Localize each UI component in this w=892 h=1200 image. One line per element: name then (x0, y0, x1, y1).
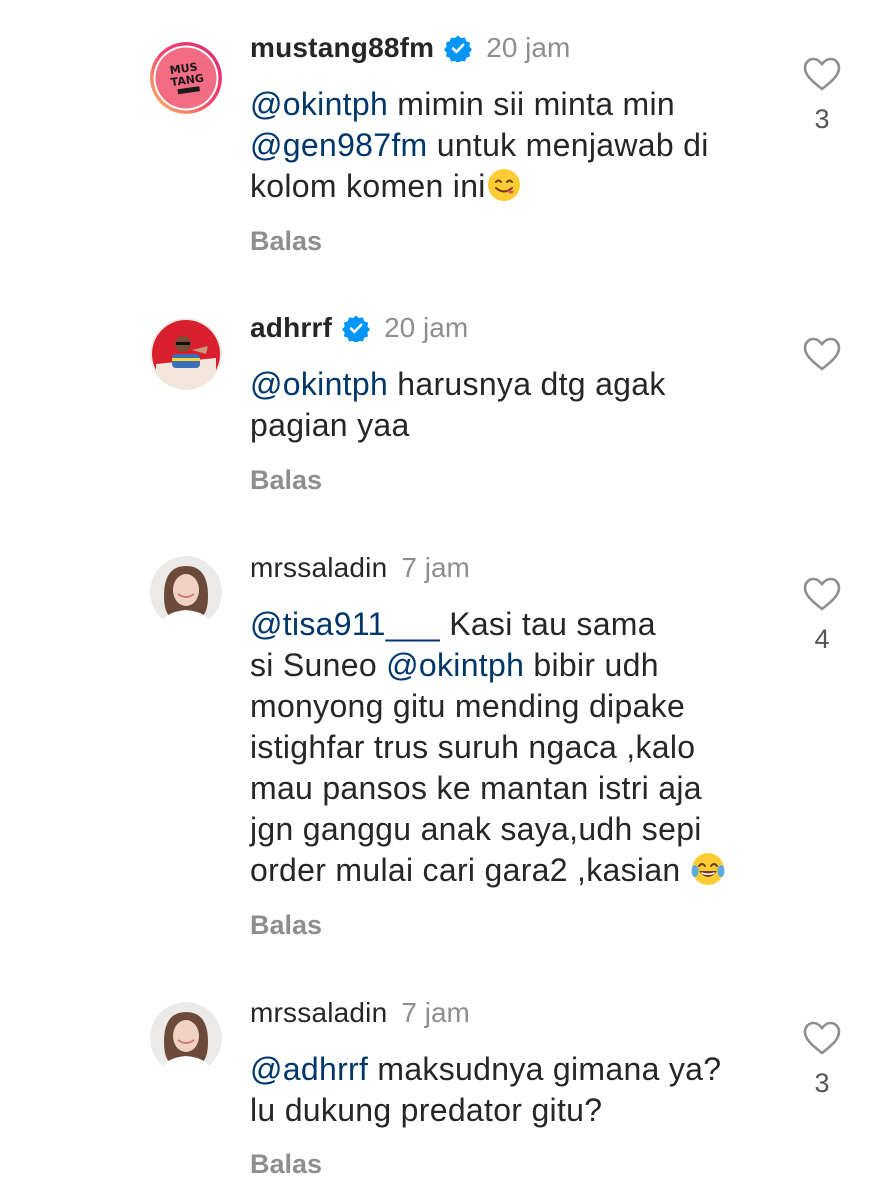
avatar[interactable] (150, 1002, 222, 1074)
avatar[interactable] (150, 556, 222, 628)
tears-of-joy-emoji (690, 851, 726, 887)
comment-text-segment: untuk menjawab di (427, 127, 709, 163)
comment-line: lu dukung predator gitu? (250, 1090, 770, 1131)
comment-line: order mulai cari gara2 ,kasian (250, 850, 770, 891)
comment-text-segment: order mulai cari gara2 ,kasian (250, 852, 690, 888)
like-heart-icon[interactable] (802, 576, 842, 612)
mustang-logo-avatar: MUS TANG (150, 42, 222, 114)
comment-text: @tisa911___ Kasi tau sama si Suneo @okint… (250, 604, 770, 891)
comment-text-segment: harusnya dtg agak (388, 366, 666, 402)
comment-text: @okintph harusnya dtg agak pagian yaa (250, 364, 770, 446)
mention-link[interactable]: @gen987fm (250, 127, 428, 163)
username[interactable]: mrssaladin (250, 552, 387, 584)
comment-line: jgn ganggu anak saya,udh sepi (250, 809, 770, 850)
like-heart-icon[interactable] (802, 336, 842, 372)
comment-line: @tisa911___ Kasi tau sama (250, 604, 770, 645)
comment-line: kolom komen ini (250, 166, 770, 207)
comment-line: @okintph harusnya dtg agak (250, 364, 770, 405)
face-savoring-food-emoji (486, 167, 522, 203)
like-heart-icon[interactable] (802, 1020, 842, 1056)
comment-text-segment: bibir udh (524, 647, 659, 683)
comment-text-segment: lu dukung predator gitu? (250, 1092, 603, 1128)
verified-badge-icon (342, 314, 371, 342)
reply-button[interactable]: Balas (250, 1149, 322, 1180)
comment-text-segment: Kasi tau sama (440, 606, 656, 642)
comment-time: 7 jam (401, 552, 470, 583)
verified-badge-icon (444, 34, 473, 62)
comment-line: @okintph mimin sii minta min (250, 84, 770, 125)
comment-text-segment: pagian yaa (250, 407, 410, 443)
comment-text-segment: si Suneo (250, 647, 387, 683)
comment-text-segment: kolom komen ini (250, 168, 486, 204)
comment-line: mau pansos ke mantan istri aja (250, 768, 770, 809)
adhrrf-photo-avatar (150, 318, 222, 390)
mention-link[interactable]: @okintph (250, 366, 388, 402)
avatar[interactable]: MUS TANG (150, 42, 222, 114)
mention-link[interactable]: @okintph (386, 647, 524, 683)
comment-line: @gen987fm untuk menjawab di (250, 125, 770, 166)
like-count: 4 (814, 624, 830, 654)
username[interactable]: mustang88fm (250, 32, 434, 64)
comment-text-segment: mimin sii minta min (388, 86, 675, 122)
comment-text-segment: istighfar trus suruh ngaca ,kalo (250, 729, 696, 765)
comment-line: si Suneo @okintph bibir udh (250, 645, 770, 686)
comment-line: monyong gitu mending dipake (250, 686, 770, 727)
comment-text: @okintph mimin sii minta min @gen987fm un… (250, 84, 770, 207)
avatar[interactable] (150, 318, 222, 390)
mrssaladin-photo-avatar (150, 1002, 222, 1074)
comment-line: pagian yaa (250, 405, 770, 446)
comment-time: 7 jam (401, 997, 470, 1028)
comment-text-segment: maksudnya gimana ya? (368, 1051, 722, 1087)
comment-time: 20 jam (384, 312, 469, 343)
comment-text-segment: jgn ganggu anak saya,udh sepi (250, 811, 702, 847)
comment-line: istighfar trus suruh ngaca ,kalo (250, 727, 770, 768)
comment-line: @adhrrf maksudnya gimana ya? (250, 1049, 770, 1090)
mention-link[interactable]: @okintph (250, 86, 388, 122)
like-count: 3 (814, 1068, 830, 1098)
mention-link[interactable]: @tisa911___ (250, 606, 440, 642)
reply-button[interactable]: Balas (250, 226, 322, 257)
mrssaladin-photo-avatar (150, 556, 222, 628)
username[interactable]: mrssaladin (250, 997, 387, 1029)
mention-link[interactable]: @adhrrf (250, 1051, 368, 1087)
reply-button[interactable]: Balas (250, 910, 322, 941)
comment-text-segment: monyong gitu mending dipake (250, 688, 686, 724)
comment-text-segment: mau pansos ke mantan istri aja (250, 770, 702, 806)
comment-text: @adhrrf maksudnya gimana ya? lu dukung pr… (250, 1049, 770, 1131)
reply-button[interactable]: Balas (250, 465, 322, 496)
like-heart-icon[interactable] (802, 56, 842, 92)
like-count: 3 (814, 104, 830, 134)
comment-time: 20 jam (486, 32, 571, 63)
username[interactable]: adhrrf (250, 312, 332, 344)
